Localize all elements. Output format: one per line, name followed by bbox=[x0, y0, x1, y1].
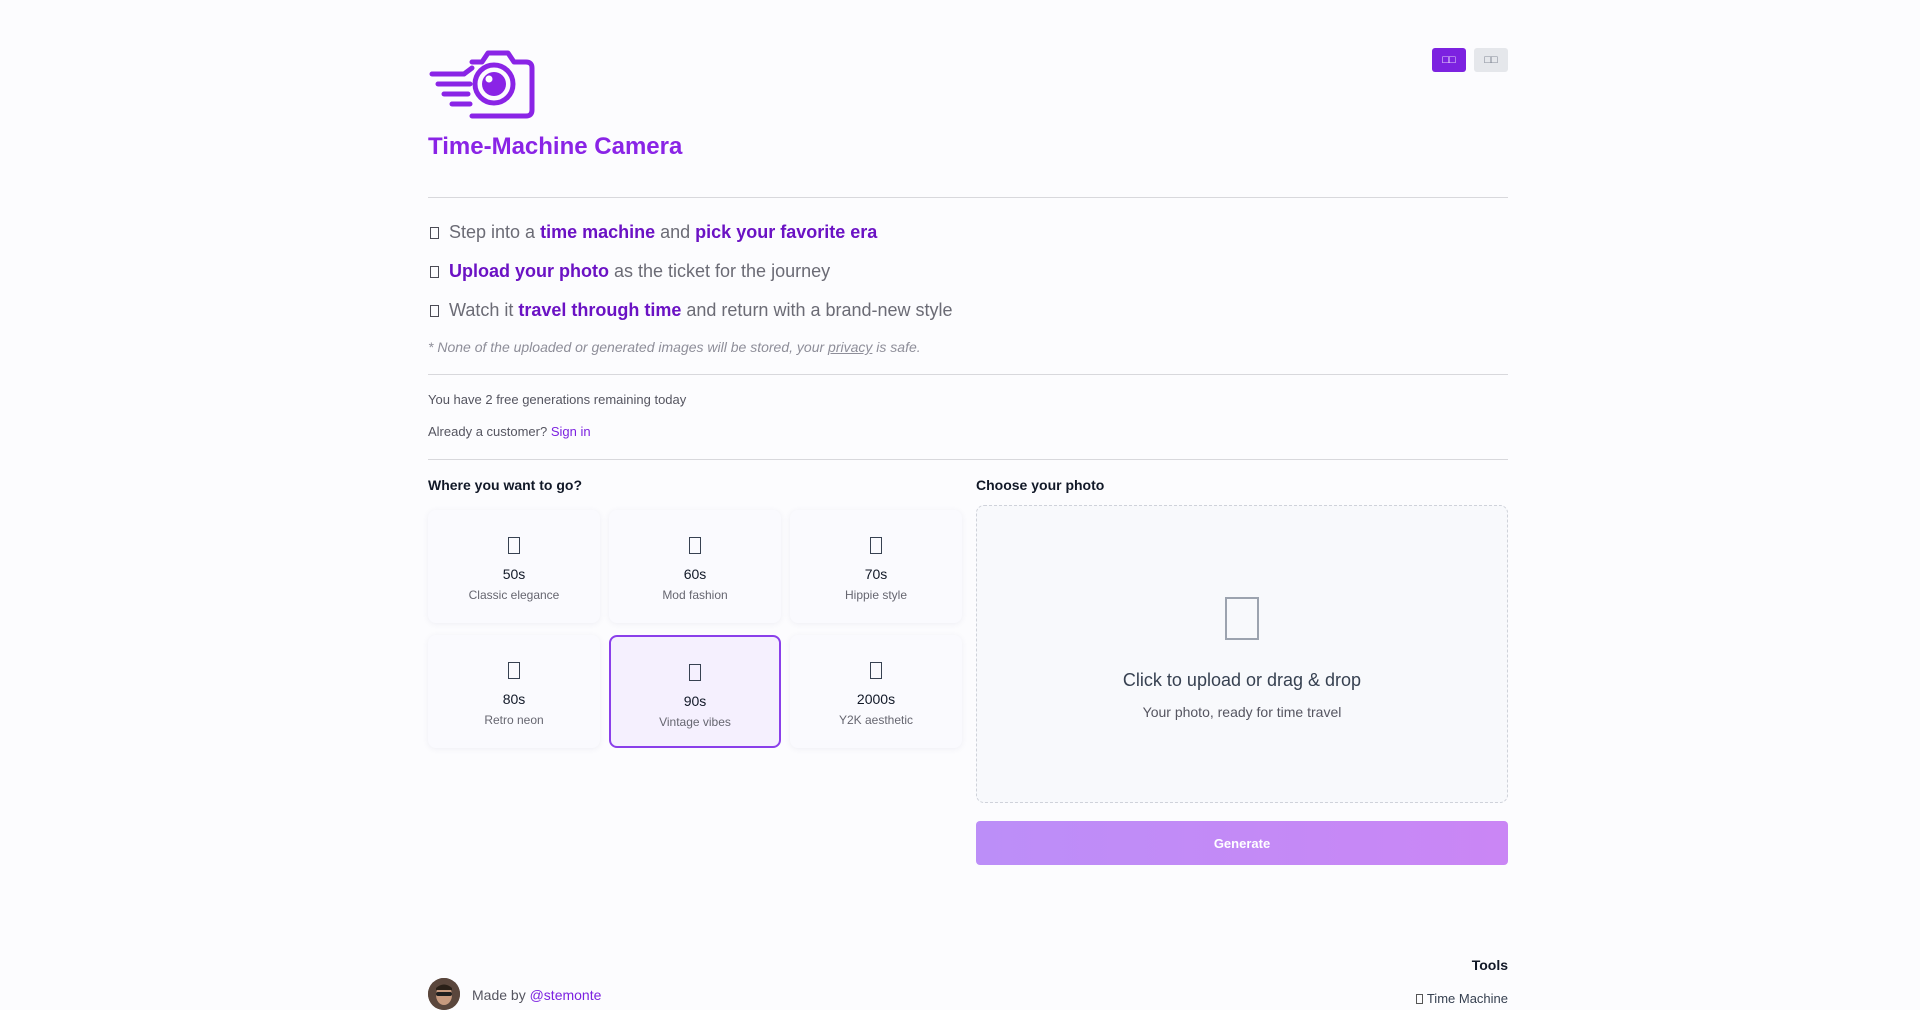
bullet-icon bbox=[430, 226, 439, 239]
feature-text: Step into a bbox=[449, 222, 541, 242]
feature-emphasis: time machine bbox=[540, 222, 656, 242]
upload-subtitle: Your photo, ready for time travel bbox=[1142, 704, 1342, 720]
language-switch: □□ □□ bbox=[1432, 48, 1508, 72]
feature-item: Step into a time machine and pick your f… bbox=[428, 213, 953, 252]
era-name: 50s bbox=[502, 566, 526, 582]
page-title: Time-Machine Camera bbox=[428, 133, 683, 160]
era-card-80s[interactable]: 80s Retro neon bbox=[428, 635, 600, 748]
feature-text: Watch it bbox=[449, 300, 519, 320]
era-description: Mod fashion bbox=[662, 588, 728, 602]
photo-upload-dropzone[interactable]: Click to upload or drag & drop Your phot… bbox=[976, 505, 1508, 803]
feature-text: and bbox=[655, 222, 696, 242]
feature-emphasis: pick your favorite era bbox=[695, 222, 878, 242]
era-description: Y2K aesthetic bbox=[838, 713, 914, 727]
tool-icon bbox=[1415, 994, 1423, 1004]
upload-title: Click to upload or drag & drop bbox=[1122, 670, 1362, 690]
era-description: Retro neon bbox=[484, 713, 544, 727]
era-grid: 50s Classic elegance 60s Mod fashion 70s Hipp… bbox=[428, 510, 962, 750]
image-icon bbox=[1225, 597, 1259, 640]
footer-made-by: Made by bbox=[472, 987, 526, 1003]
era-description: Classic elegance bbox=[468, 588, 560, 602]
era-name: 80s bbox=[502, 691, 526, 707]
era-section-label: Where you want to go? bbox=[428, 477, 582, 493]
era-description: Vintage vibes bbox=[659, 715, 731, 729]
page-container: □□ □□ Time-Machine Camera Step into a ti… bbox=[428, 0, 1508, 1010]
feature-item: Watch it travel through time and return … bbox=[428, 291, 953, 330]
customer-prompt-text: Already a customer? bbox=[428, 424, 548, 439]
customer-prompt: Already a customer? Sign in bbox=[428, 424, 591, 439]
era-card-90s[interactable]: 90s Vintage vibes bbox=[609, 635, 781, 748]
bullet-icon bbox=[430, 304, 439, 317]
tools-link[interactable]: Time Machine bbox=[1415, 991, 1508, 1006]
privacy-note: * None of the uploaded or generated imag… bbox=[428, 339, 921, 355]
era-card-70s[interactable]: 70s Hippie style bbox=[790, 510, 962, 623]
sign-in-link[interactable]: Sign in bbox=[551, 424, 591, 439]
era-description: Hippie style bbox=[844, 588, 908, 602]
privacy-suffix: is safe. bbox=[872, 339, 921, 355]
tools-link-label: Time Machine bbox=[1426, 991, 1508, 1006]
era-icon bbox=[689, 537, 701, 554]
era-card-60s[interactable]: 60s Mod fashion bbox=[609, 510, 781, 623]
feature-emphasis: travel through time bbox=[518, 300, 682, 320]
era-icon bbox=[870, 662, 882, 679]
language-button-alt[interactable]: □□ bbox=[1474, 48, 1508, 72]
language-button-active[interactable]: □□ bbox=[1432, 48, 1466, 72]
divider bbox=[428, 459, 1508, 460]
generate-button[interactable]: Generate bbox=[976, 821, 1508, 865]
era-card-2000s[interactable]: 2000s Y2K aesthetic bbox=[790, 635, 962, 748]
camera-logo-icon bbox=[429, 50, 535, 119]
author-link[interactable]: @stemonte bbox=[530, 987, 602, 1003]
feature-emphasis: Upload your photo bbox=[449, 261, 609, 281]
photo-section-label: Choose your photo bbox=[976, 477, 1105, 493]
bullet-icon bbox=[430, 265, 439, 278]
era-icon bbox=[508, 537, 520, 554]
feature-text: and return with a brand-new style bbox=[681, 300, 953, 320]
footer-credit: Made by @stemonte bbox=[472, 987, 601, 1003]
divider bbox=[428, 374, 1508, 375]
era-name: 70s bbox=[864, 566, 888, 582]
era-name: 60s bbox=[683, 566, 707, 582]
era-card-50s[interactable]: 50s Classic elegance bbox=[428, 510, 600, 623]
era-icon bbox=[508, 662, 520, 679]
tools-heading: Tools bbox=[1471, 957, 1508, 973]
era-icon bbox=[689, 664, 701, 681]
feature-text: as the ticket for the journey bbox=[608, 261, 831, 281]
era-name: 90s bbox=[683, 693, 707, 709]
feature-list: Step into a time machine and pick your f… bbox=[428, 213, 953, 330]
remaining-generations: You have 2 free generations remaining to… bbox=[428, 392, 687, 407]
privacy-prefix: * None of the uploaded or generated imag… bbox=[428, 339, 829, 355]
avatar bbox=[428, 978, 460, 1010]
divider bbox=[428, 197, 1508, 198]
era-name: 2000s bbox=[856, 691, 896, 707]
era-icon bbox=[870, 537, 882, 554]
feature-item: Upload your photo as the ticket for the … bbox=[428, 252, 953, 291]
privacy-link[interactable]: privacy bbox=[828, 339, 872, 355]
